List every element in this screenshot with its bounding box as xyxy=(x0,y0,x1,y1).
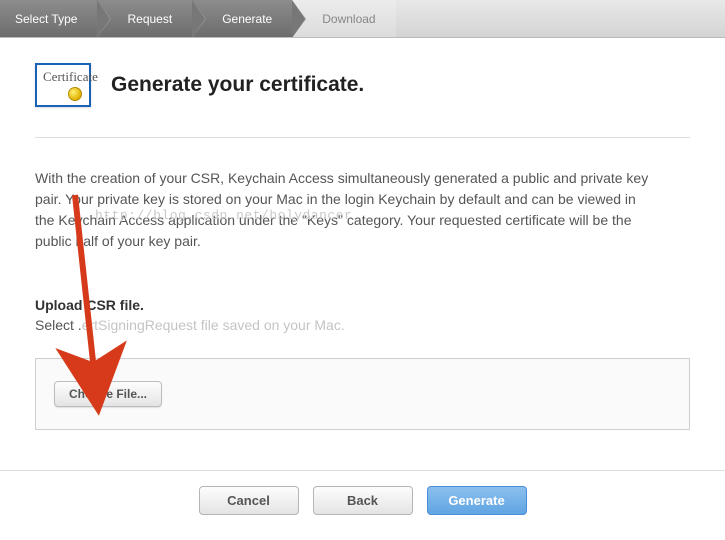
step-download: Download xyxy=(292,0,395,37)
upload-section: Upload CSR file. Select .ertSigningReque… xyxy=(35,297,690,430)
file-drop-box: Choose File... xyxy=(35,358,690,430)
step-select-type[interactable]: Select Type xyxy=(0,0,97,37)
step-generate[interactable]: Generate xyxy=(192,0,292,37)
upload-sub-suffix: ertSigningRequest file saved on your Mac… xyxy=(82,317,345,333)
step-request[interactable]: Request xyxy=(97,0,192,37)
step-label: Request xyxy=(127,12,172,26)
footer-actions: Cancel Back Generate xyxy=(0,470,725,540)
back-button[interactable]: Back xyxy=(313,486,413,515)
step-label: Download xyxy=(322,12,375,26)
certificate-icon-label: Certificate xyxy=(43,69,98,85)
page-root: Select Type Request Generate Download Ce… xyxy=(0,0,725,540)
upload-sub-prefix: Select . xyxy=(35,317,82,333)
upload-heading: Upload CSR file. xyxy=(35,297,690,313)
title-row: Certificate Generate your certificate. xyxy=(35,58,690,127)
generate-button[interactable]: Generate xyxy=(427,486,527,515)
upload-subtext: Select .ertSigningRequest file saved on … xyxy=(35,317,690,333)
step-label: Select Type xyxy=(15,12,77,26)
step-label: Generate xyxy=(222,12,272,26)
breadcrumb-stepper: Select Type Request Generate Download xyxy=(0,0,725,38)
cancel-button[interactable]: Cancel xyxy=(199,486,299,515)
divider xyxy=(35,137,690,138)
page-title: Generate your certificate. xyxy=(111,73,364,97)
choose-file-button[interactable]: Choose File... xyxy=(54,381,162,407)
seal-icon xyxy=(68,87,82,101)
certificate-icon: Certificate xyxy=(35,63,91,107)
content-area: Certificate Generate your certificate. W… xyxy=(0,38,725,440)
body-text: With the creation of your CSR, Keychain … xyxy=(35,168,655,252)
